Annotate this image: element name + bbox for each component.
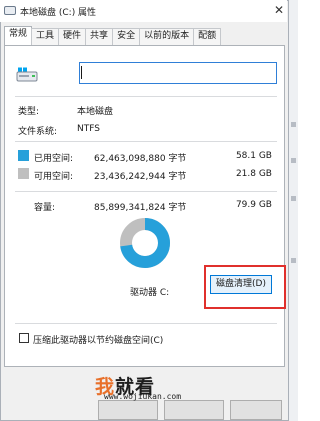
separator [15,96,277,97]
drive-name-input[interactable] [79,62,277,84]
text-cursor [81,66,82,79]
filesystem-label: 文件系统: [18,127,58,137]
used-space-label: 已用空间: [34,154,74,164]
disk-cleanup-button[interactable]: 磁盘清理(D) [210,275,272,294]
apply-button[interactable] [230,400,282,420]
free-space-label: 可用空间: [34,172,74,182]
free-space-gb: 21.8 GB [235,169,272,179]
used-space-bytes: 62,463,098,880 字节 [94,154,187,164]
cancel-button[interactable] [164,400,224,420]
usage-donut-chart [120,218,170,268]
close-icon[interactable]: ✕ [272,3,286,17]
tab-previous-versions[interactable]: 以前的版本 [139,28,195,45]
drive-icon [16,67,38,82]
tab-general[interactable]: 常规 [4,26,33,45]
separator [15,141,277,142]
watermark-url: www.wojiukan.com [104,392,182,401]
free-space-bytes: 23,436,242,944 字节 [94,172,187,182]
tab-quota[interactable]: 配额 [193,28,222,45]
background-icon [291,122,296,127]
type-label: 类型: [18,107,40,117]
window-title: 本地磁盘 (C:) 属性 [20,8,97,18]
background-icon [291,258,296,263]
background-icon [291,158,296,163]
capacity-gb: 79.9 GB [235,200,272,210]
tab-tools[interactable]: 工具 [31,28,60,45]
tab-sharing[interactable]: 共享 [85,28,114,45]
drive-letter-label: 驱动器 C: [130,288,170,298]
tab-hardware[interactable]: 硬件 [58,28,87,45]
capacity-bytes: 85,899,341,824 字节 [94,203,187,213]
background-icon [291,196,296,201]
tab-strip: 常规 工具 硬件 共享 安全 以前的版本 配额 [4,26,222,45]
used-space-swatch [18,150,29,161]
separator [15,191,277,192]
drive-title-icon [4,6,16,15]
tab-security[interactable]: 安全 [112,28,141,45]
filesystem-value: NTFS [77,124,100,134]
free-space-swatch [18,168,29,179]
type-value: 本地磁盘 [77,107,114,117]
separator [15,323,277,324]
ok-button[interactable] [98,400,158,420]
capacity-label: 容量: [34,203,56,213]
compress-checkbox[interactable] [19,333,29,343]
compress-label: 压缩此驱动器以节约磁盘空间(C) [33,336,164,346]
used-space-gb: 58.1 GB [235,151,272,161]
